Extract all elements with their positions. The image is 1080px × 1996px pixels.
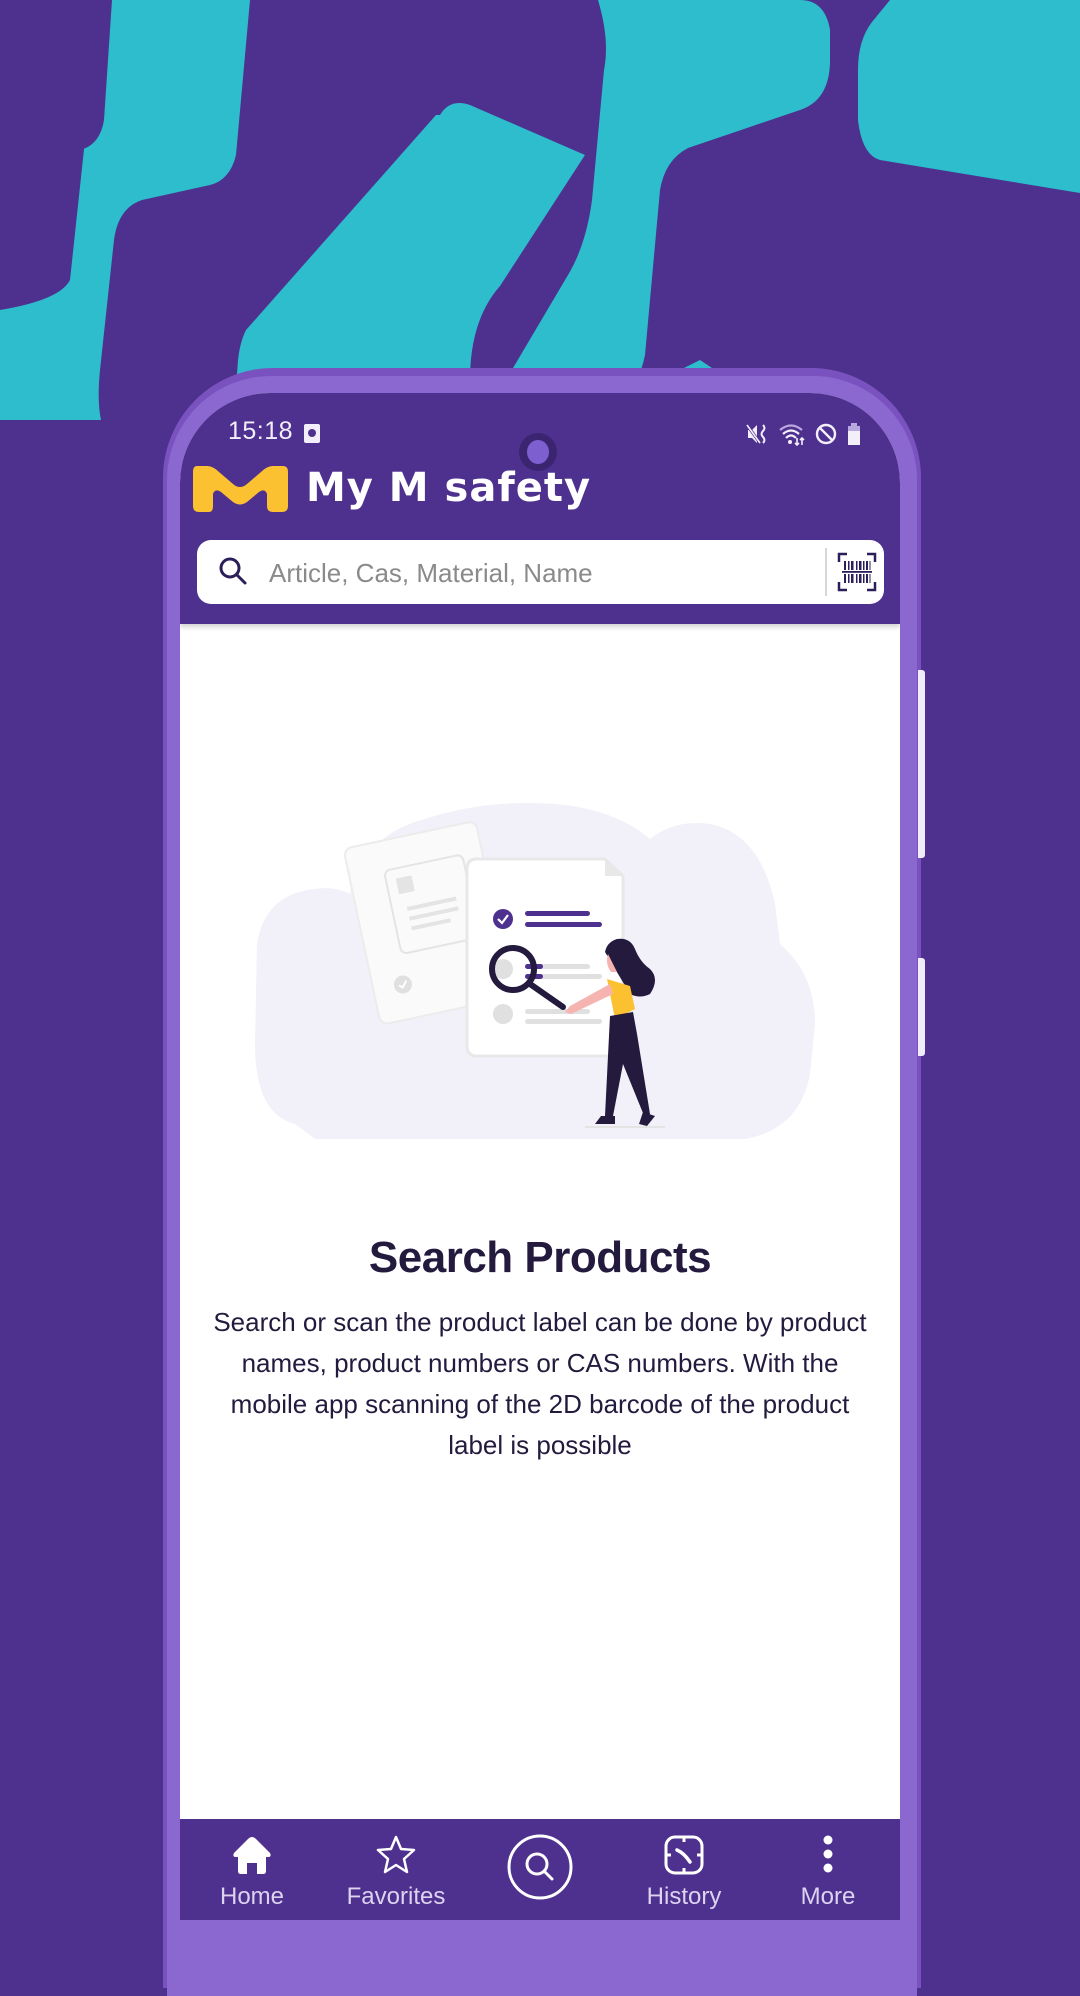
page-title: Search Products — [368, 1233, 712, 1283]
wifi-icon — [779, 424, 805, 447]
search-circle-icon — [507, 1834, 573, 1900]
background-pattern — [0, 0, 1080, 420]
app-logo: My M safety — [193, 463, 591, 513]
phone-screen: 15:18 My M safety Article, Cas, Material… — [180, 393, 900, 1920]
search-icon — [219, 557, 247, 585]
nav-more-label: More — [800, 1883, 856, 1910]
nav-favorites-label: Favorites — [346, 1883, 446, 1910]
nav-history[interactable]: History — [612, 1819, 756, 1920]
star-icon — [376, 1835, 416, 1874]
battery-icon — [848, 423, 860, 445]
m-logo-icon — [193, 466, 288, 512]
do-not-disturb-icon — [815, 423, 837, 445]
nav-favorites[interactable]: Favorites — [324, 1819, 468, 1920]
phone-volume-button — [918, 670, 925, 858]
phone-power-button — [918, 958, 925, 1056]
nav-search[interactable] — [468, 1819, 612, 1920]
front-document — [465, 857, 625, 1058]
status-time: 15:18 — [228, 417, 294, 445]
nav-more[interactable]: More — [756, 1819, 900, 1920]
search-input[interactable] — [267, 540, 791, 606]
mute-vibrate-icon — [746, 424, 766, 444]
search-products-illustration — [255, 803, 815, 1139]
history-icon — [664, 1835, 704, 1875]
nav-history-label: History — [646, 1883, 722, 1910]
main-content: Search Products Search or scan the produ… — [180, 624, 900, 1819]
search-divider — [825, 548, 827, 596]
page-description: Search or scan the product label can be … — [213, 1307, 867, 1460]
barcode-scan-icon[interactable] — [835, 550, 879, 594]
status-icons — [746, 421, 862, 447]
more-vertical-icon — [823, 1835, 833, 1873]
nav-home-label: Home — [219, 1883, 285, 1910]
search-bar[interactable] — [197, 540, 884, 606]
bottom-navigation: Home Favorites History More — [180, 1819, 900, 1920]
app-name: My M safety — [306, 465, 592, 511]
app-header: 15:18 My M safety Article, Cas, Material… — [180, 393, 900, 624]
home-icon — [233, 1837, 271, 1874]
nav-home[interactable]: Home — [180, 1819, 324, 1920]
status-bar: 15:18 — [180, 415, 900, 471]
screen-time-icon — [304, 424, 320, 443]
